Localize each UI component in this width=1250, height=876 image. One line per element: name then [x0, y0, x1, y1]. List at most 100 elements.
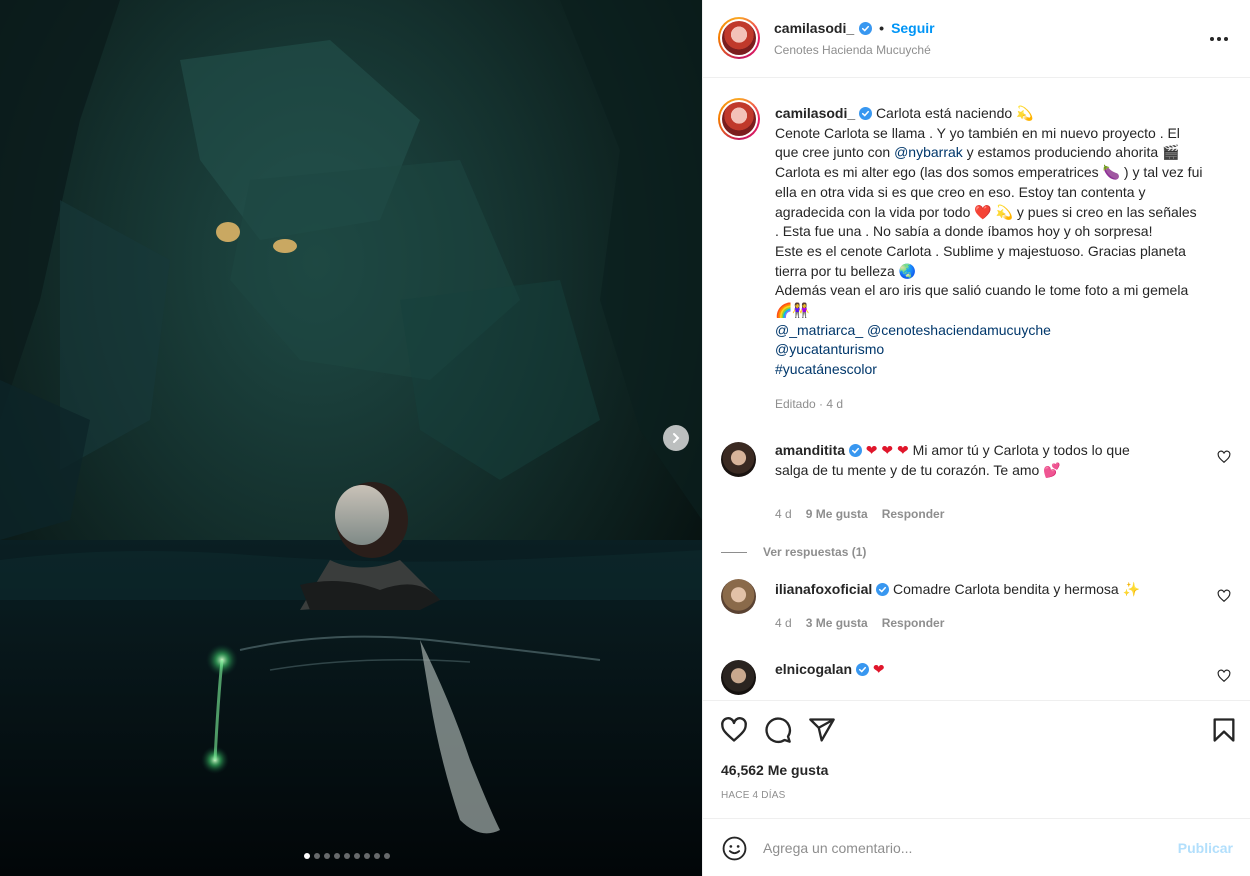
- replies-divider: [721, 551, 747, 553]
- caption-tags-1: @_matriarca_ @cenoteshaciendamucuyche: [775, 321, 1235, 341]
- save-icon[interactable]: [1210, 716, 1238, 744]
- more-options-button[interactable]: [1207, 27, 1231, 51]
- commenter-avatar[interactable]: [721, 660, 756, 695]
- post-actions: 46,562 Me gusta HACE 4 DÍAS: [703, 700, 1250, 818]
- meta-separator: ·: [819, 397, 824, 411]
- comment-time[interactable]: 4 d: [775, 507, 792, 521]
- caption-line-1: camilasodi_ Carlota está naciendo 💫: [775, 104, 1235, 124]
- caption-line-10: Además vean el aro iris que salió cuando…: [775, 282, 1189, 299]
- caption-avatar[interactable]: [718, 98, 760, 140]
- comment-text-b: salga de tu mente y de tu corazón. Te am…: [775, 461, 1061, 478]
- mention-link[interactable]: @_matriarca_: [775, 322, 863, 338]
- comment-text: elnicogalan ❤: [775, 660, 1195, 680]
- post-media[interactable]: [0, 0, 702, 876]
- commenter-username[interactable]: elnicogalan: [775, 661, 852, 677]
- reply-button[interactable]: Responder: [882, 507, 945, 521]
- emoji-icon[interactable]: [722, 836, 747, 861]
- hashtag-link[interactable]: #yucatánescolor: [775, 361, 877, 377]
- follow-button[interactable]: Seguir: [891, 20, 935, 36]
- caption-line-text: y estamos produciendo ahorita 🎬: [962, 144, 1180, 161]
- caption-line-2: Cenote Carlota se llama . Y yo también e…: [775, 124, 1180, 141]
- comments-list[interactable]: camilasodi_ Carlota está naciendo 💫 Ceno…: [703, 79, 1250, 699]
- caption-line-11: 🌈👭: [775, 302, 810, 319]
- verified-badge-icon: [859, 107, 873, 120]
- share-icon[interactable]: [808, 716, 836, 744]
- caption-tags-2: @yucatanturismo: [775, 340, 1235, 360]
- like-icon[interactable]: [720, 716, 748, 744]
- caption-hashtag-line: #yucatánescolor: [775, 360, 1235, 380]
- commenter-username[interactable]: ilianafoxoficial: [775, 581, 872, 597]
- carousel-dot: [324, 853, 330, 859]
- caption-line-text: que cree junto con: [775, 144, 895, 161]
- comment-icon[interactable]: [764, 716, 792, 744]
- post-time[interactable]: HACE 4 DÍAS: [721, 790, 785, 801]
- author-username[interactable]: camilasodi_: [774, 20, 854, 36]
- edited-time: 4 d: [826, 397, 844, 411]
- post-panel: camilasodi_ • Seguir Cenotes Hacienda Mu…: [702, 0, 1250, 876]
- like-comment-icon[interactable]: [1217, 589, 1231, 603]
- comment-meta: 4 d 9 Me gusta Responder: [775, 507, 944, 521]
- comment-time[interactable]: 4 d: [775, 616, 792, 630]
- post-location[interactable]: Cenotes Hacienda Mucuyché: [774, 43, 931, 57]
- comment-text-a: Mi amor tú y Carlota y todos lo que: [912, 442, 1130, 458]
- carousel-dot: [334, 853, 340, 859]
- commenter-avatar[interactable]: [721, 579, 756, 614]
- instagram-post: camilasodi_ • Seguir Cenotes Hacienda Mu…: [0, 0, 1250, 876]
- author-avatar[interactable]: [718, 17, 760, 59]
- caption-line-text: Carlota está naciendo 💫: [875, 105, 1034, 121]
- carousel-dot: [344, 853, 350, 859]
- caption-meta: Editado · 4 d: [775, 397, 843, 411]
- view-replies-button[interactable]: Ver respuestas (1): [721, 545, 866, 559]
- comment-text: ilianafoxoficial Comadre Carlota bendita…: [775, 580, 1195, 600]
- caption-line-4: Carlota es mi alter ego (las dos somos e…: [775, 164, 1203, 181]
- mention-link[interactable]: @nybarrak: [894, 144, 963, 160]
- heart-emoji: ❤: [872, 661, 885, 677]
- commenter-avatar[interactable]: [721, 442, 756, 477]
- caption-text: camilasodi_ Carlota está naciendo 💫 Ceno…: [775, 104, 1235, 380]
- header-separator: •: [879, 20, 885, 36]
- heart-emoji: ❤️: [974, 203, 992, 220]
- like-comment-icon[interactable]: [1217, 450, 1231, 464]
- carousel-dot: [314, 853, 320, 859]
- publish-button[interactable]: Publicar: [1178, 840, 1233, 856]
- comment-likes[interactable]: 9 Me gusta: [806, 507, 868, 521]
- caption-line-5: ella en otra vida si es que creo en eso.…: [775, 183, 1146, 200]
- caption-line-text: 💫 y pues si creo en las señales: [991, 203, 1197, 220]
- verified-badge-icon: [876, 583, 890, 596]
- caption-line-8: Este es el cenote Carlota . Sublime y ma…: [775, 242, 1186, 259]
- comment-text: amanditita ❤ ❤ ❤ Mi amor tú y Carlota y …: [775, 441, 1195, 480]
- cenote-photo: [0, 0, 702, 876]
- mention-link[interactable]: @cenoteshaciendamucuyche: [867, 322, 1051, 338]
- caption-username[interactable]: camilasodi_: [775, 105, 855, 121]
- post-header: camilasodi_ • Seguir Cenotes Hacienda Mu…: [703, 0, 1250, 78]
- comment-input[interactable]: [763, 835, 1163, 861]
- carousel-dot: [374, 853, 380, 859]
- comment-meta: 4 d 3 Me gusta Responder: [775, 616, 944, 630]
- verified-badge-icon: [848, 444, 862, 457]
- view-replies-label: Ver respuestas (1): [763, 545, 867, 559]
- caption-line-6: agradecida con la vida por todo ❤️ 💫 y p…: [775, 203, 1235, 223]
- caption-line-text: agradecida con la vida por todo: [775, 203, 975, 220]
- caption-line-7: . Esta fue una . No sabía a donde íbamos…: [775, 223, 1153, 240]
- heart-emoji: ❤ ❤ ❤: [865, 442, 909, 458]
- comment-likes[interactable]: 3 Me gusta: [806, 616, 868, 630]
- next-image-button[interactable]: [663, 425, 689, 451]
- edited-label: Editado: [775, 397, 816, 411]
- verified-badge-icon: [859, 21, 873, 35]
- carousel-dot: [354, 853, 360, 859]
- verified-badge-icon: [855, 663, 869, 676]
- like-comment-icon[interactable]: [1217, 669, 1231, 683]
- carousel-dot: [384, 853, 390, 859]
- likes-count[interactable]: 46,562 Me gusta: [721, 762, 828, 778]
- carousel-dot: [304, 853, 310, 859]
- mention-link[interactable]: @yucatanturismo: [775, 341, 884, 357]
- caption-line-3: que cree junto con @nybarrak y estamos p…: [775, 143, 1235, 163]
- reply-button[interactable]: Responder: [882, 616, 945, 630]
- caption-line-9: tierra por tu belleza 🌏: [775, 262, 917, 279]
- comment-text-a: Comadre Carlota bendita y hermosa ✨: [893, 581, 1141, 597]
- add-comment-bar: Publicar: [703, 818, 1250, 876]
- more-options-icon: [1210, 37, 1228, 41]
- commenter-username[interactable]: amanditita: [775, 442, 845, 458]
- chevron-right-icon: [673, 433, 680, 443]
- carousel-dot: [364, 853, 370, 859]
